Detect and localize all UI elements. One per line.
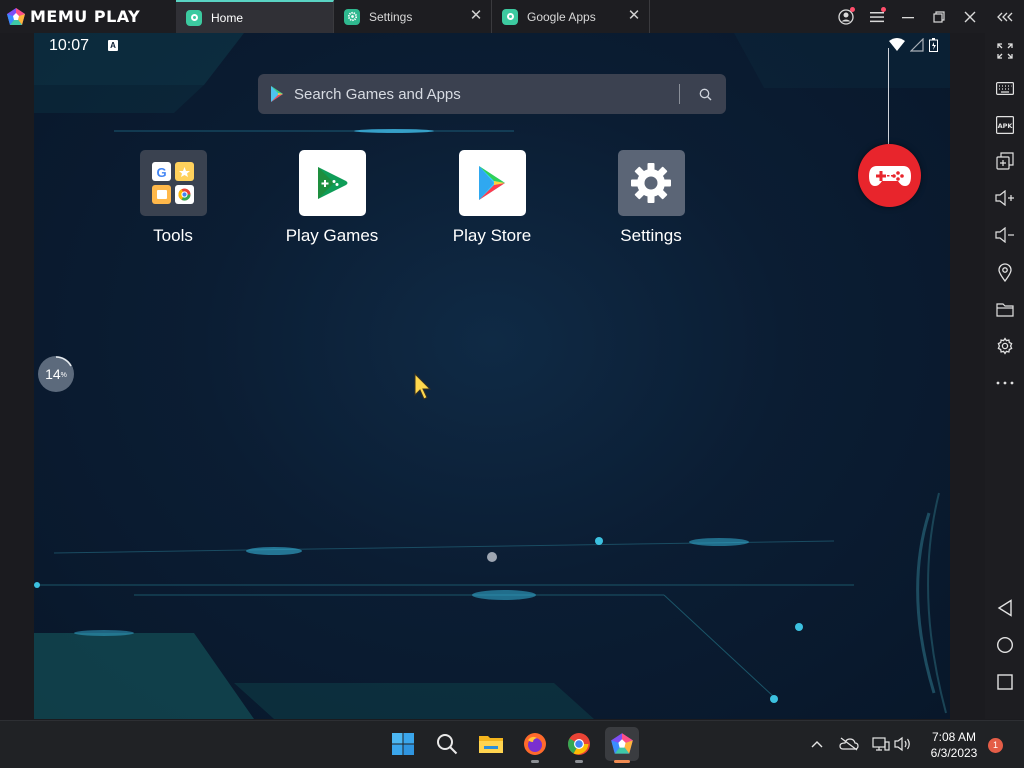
tools-folder-icon: G — [139, 150, 207, 216]
gamepad-float-button[interactable] — [858, 144, 921, 207]
system-clock[interactable]: 7:08 AM 6/3/2023 — [920, 729, 988, 761]
play-store-icon — [458, 150, 526, 216]
notification-badge[interactable]: 1 — [988, 738, 1003, 753]
memu-logo-icon — [7, 7, 25, 25]
tab-strip: Home Settings ✕ Google Apps ✕ — [176, 0, 650, 33]
android-status-bar: 10:07 A — [34, 33, 950, 59]
chrome-icon[interactable] — [564, 729, 594, 763]
system-time: 7:08 AM — [931, 730, 977, 744]
app-play-games[interactable]: Play Games — [277, 150, 387, 246]
windows-taskbar: 7:08 AM 6/3/2023 1 — [0, 720, 1024, 768]
search-bar[interactable]: Search Games and Apps — [258, 74, 726, 114]
account-icon[interactable] — [830, 0, 861, 33]
tab-settings[interactable]: Settings ✕ — [334, 0, 492, 33]
tab-google-apps-label: Google Apps — [527, 9, 596, 24]
memu-logo: MEMU PLAY — [0, 0, 176, 33]
home-tab-icon — [186, 9, 202, 26]
memu-taskbar-icon[interactable] — [605, 727, 639, 763]
app-settings-label: Settings — [620, 226, 682, 245]
play-store-search-icon — [271, 86, 283, 102]
firefox-running-indicator — [531, 760, 539, 763]
gamepad-icon — [868, 165, 911, 186]
multi-instance-icon[interactable] — [985, 146, 1024, 176]
tab-settings-label: Settings — [369, 9, 413, 24]
app-play-games-label: Play Games — [285, 226, 379, 245]
wallpaper-decoration — [34, 33, 950, 719]
app-settings[interactable]: Settings — [596, 150, 706, 246]
more-icon[interactable] — [985, 368, 1024, 398]
window-controls — [830, 0, 1024, 33]
onedrive-offline-icon[interactable] — [834, 729, 864, 759]
app-play-store[interactable]: Play Store — [437, 150, 547, 246]
tab-home[interactable]: Home — [176, 0, 334, 33]
apk-icon[interactable]: APK — [985, 110, 1024, 140]
restore-icon[interactable] — [923, 0, 954, 33]
title-bar: MEMU PLAY Home Settings ✕ Google Apps ✕ — [0, 0, 1024, 33]
wifi-icon — [889, 38, 905, 51]
folder-icon[interactable] — [985, 294, 1024, 324]
app-play-store-label: Play Store — [452, 226, 532, 245]
tab-settings-close-icon[interactable]: ✕ — [469, 8, 483, 23]
page-indicator[interactable] — [487, 552, 497, 562]
close-window-icon[interactable] — [954, 0, 985, 33]
play-games-icon — [298, 150, 366, 216]
search-input[interactable]: Search Games and Apps — [294, 86, 679, 103]
memu-logo-text: MEMU PLAY — [30, 7, 141, 26]
firefox-icon[interactable] — [520, 729, 550, 763]
cpu-usage-indicator[interactable]: 14% — [38, 356, 74, 392]
notification-a-icon: A — [108, 40, 118, 51]
gamepad-cord — [888, 48, 889, 148]
right-toolbar: APK — [985, 33, 1024, 719]
settings-tab-icon — [344, 8, 360, 25]
settings-icon[interactable] — [985, 331, 1024, 361]
memu-window: MEMU PLAY Home Settings ✕ Google Apps ✕ — [0, 0, 1024, 768]
status-icons — [889, 38, 938, 52]
collapse-sidebar-icon[interactable] — [985, 0, 1024, 33]
app-tools-label: Tools — [153, 226, 193, 245]
show-hidden-icons-icon[interactable] — [802, 729, 832, 759]
tab-google-apps[interactable]: Google Apps ✕ — [492, 0, 650, 33]
keyboard-icon[interactable] — [985, 73, 1024, 103]
back-icon[interactable] — [985, 593, 1024, 623]
memu-active-indicator — [614, 760, 630, 763]
svg-text:G: G — [156, 165, 166, 180]
fullscreen-icon[interactable] — [985, 36, 1024, 66]
home-icon[interactable] — [985, 630, 1024, 660]
volume-icon[interactable] — [888, 729, 918, 759]
signal-icon — [910, 38, 924, 52]
chrome-running-indicator — [575, 760, 583, 763]
android-clock: 10:07 — [49, 37, 90, 54]
mouse-cursor-icon — [414, 373, 432, 400]
tab-google-apps-close-icon[interactable]: ✕ — [627, 8, 641, 23]
menu-icon[interactable] — [861, 0, 892, 33]
apk-icon-label: APK — [997, 122, 1013, 130]
system-date: 6/3/2023 — [930, 746, 978, 760]
settings-gear-icon — [617, 150, 685, 216]
volume-down-icon[interactable] — [985, 220, 1024, 250]
file-explorer-icon[interactable] — [476, 729, 506, 759]
tab-home-label: Home — [211, 10, 244, 25]
android-screen[interactable]: 10:07 A Search Games and Apps G Tools Pl… — [34, 33, 950, 719]
taskbar-search-icon[interactable] — [432, 729, 462, 759]
recents-icon[interactable] — [985, 667, 1024, 697]
search-divider — [679, 84, 680, 104]
app-tools[interactable]: G Tools — [118, 150, 228, 246]
windows-start-icon[interactable] — [388, 729, 418, 759]
google-apps-tab-icon — [502, 8, 518, 25]
location-icon[interactable] — [985, 257, 1024, 287]
battery-icon — [929, 38, 938, 52]
search-icon[interactable] — [692, 81, 718, 107]
minimize-icon[interactable] — [892, 0, 923, 33]
volume-up-icon[interactable] — [985, 183, 1024, 213]
